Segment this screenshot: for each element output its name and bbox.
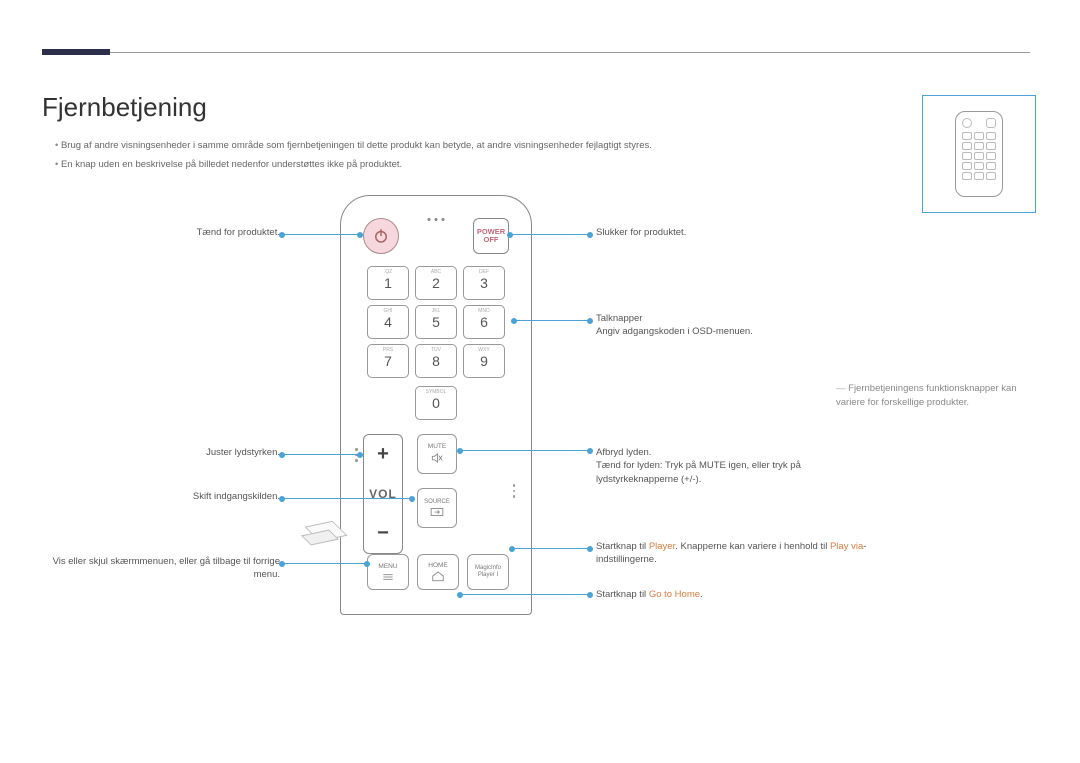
eraser-illustration (312, 519, 342, 547)
menu-label: MENU (378, 563, 397, 570)
magic-label1: MagicInfo (475, 565, 501, 572)
callout-poweroff: Slukker for produktet. (596, 226, 856, 239)
home-label: HOME (428, 562, 448, 569)
remote-thumbnail (955, 111, 1003, 197)
key-1[interactable]: .QZ1 (367, 266, 409, 300)
mute-label: MUTE (428, 443, 446, 450)
source-button[interactable]: SOURCE (417, 488, 457, 528)
grip-dots-icon (513, 484, 516, 498)
key-0[interactable]: SYMBOL 0 (415, 386, 457, 420)
header-rule (42, 52, 1030, 53)
header-accent (42, 49, 110, 55)
power-off-label2: OFF (484, 236, 499, 244)
callout-menu: Vis eller skjul skærmmenuen, eller gå ti… (40, 555, 280, 582)
key-2[interactable]: ABC2 (415, 266, 457, 300)
intro-notes: Brug af andre visningsenheder i samme om… (55, 138, 875, 176)
callout-power: Tænd for produktet. (60, 226, 280, 239)
source-label: SOURCE (424, 499, 450, 505)
page-title: Fjernbetjening (42, 92, 207, 123)
leader-line (510, 234, 590, 235)
remote-diagram: POWER OFF .QZ1 ABC2 DEF3 GHI4 JKL5 MNO6 … (340, 195, 532, 615)
magic-label2: Player I (478, 572, 498, 579)
callout-source: Skift indgangskilden. (60, 490, 280, 503)
vol-plus-icon: + (377, 443, 389, 466)
key-8[interactable]: TUV8 (415, 344, 457, 378)
leader-line (282, 234, 360, 235)
key-3[interactable]: DEF3 (463, 266, 505, 300)
leader-line (282, 563, 367, 564)
source-icon (430, 507, 444, 517)
leader-line (282, 454, 360, 455)
callout-vol: Juster lydstyrken. (60, 446, 280, 459)
note-item: En knap uden en beskrivelse på billedet … (55, 157, 875, 172)
home-button[interactable]: HOME (417, 554, 459, 590)
key-6[interactable]: MNO6 (463, 305, 505, 339)
callout-player: Startknap til Player. Knapperne kan vari… (596, 540, 886, 567)
callout-mute: Afbryd lyden. Tænd for lyden: Tryk på MU… (596, 446, 876, 486)
power-off-button[interactable]: POWER OFF (473, 218, 509, 254)
vol-minus-icon: − (377, 522, 389, 545)
menu-button[interactable]: MENU (367, 554, 409, 590)
note-item: Brug af andre visningsenheder i samme om… (55, 138, 875, 153)
key-5[interactable]: JKL5 (415, 305, 457, 339)
side-note: Fjernbetjeningens funktionsknapper kan v… (836, 382, 1036, 411)
home-icon (431, 570, 445, 582)
mute-button[interactable]: MUTE (417, 434, 457, 474)
callout-home: Startknap til Go to Home. (596, 588, 856, 601)
leader-line (460, 594, 590, 595)
power-icon (372, 227, 390, 245)
key-7[interactable]: PRS7 (367, 344, 409, 378)
remote-body: POWER OFF .QZ1 ABC2 DEF3 GHI4 JKL5 MNO6 … (340, 195, 532, 615)
key-4[interactable]: GHI4 (367, 305, 409, 339)
leader-line (512, 548, 590, 549)
callout-numpad: Talknapper Angiv adgangskoden i OSD-menu… (596, 312, 876, 339)
menu-icon (381, 572, 395, 582)
leader-line (460, 450, 590, 451)
magicinfo-button[interactable]: MagicInfo Player I (467, 554, 509, 590)
key-9[interactable]: WXY9 (463, 344, 505, 378)
number-pad: .QZ1 ABC2 DEF3 GHI4 JKL5 MNO6 PRS7 TUV8 … (367, 266, 505, 378)
power-on-button[interactable] (363, 218, 399, 254)
leader-line (282, 498, 412, 499)
leader-line (514, 320, 590, 321)
mute-icon (430, 451, 444, 465)
ir-dots (428, 218, 445, 221)
remote-thumbnail-box (922, 95, 1036, 213)
volume-rocker[interactable]: + VOL − (363, 434, 403, 554)
